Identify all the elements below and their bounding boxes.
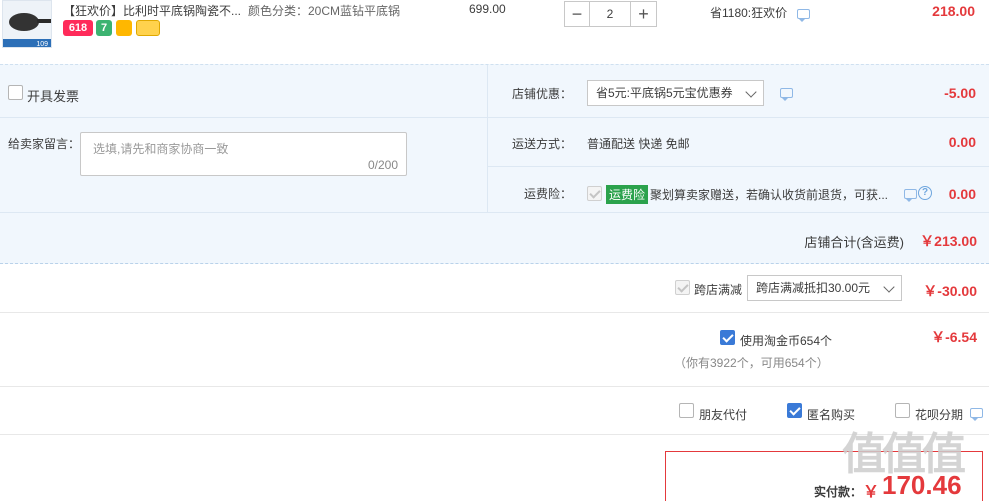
- final-currency: ￥: [863, 484, 880, 501]
- friend-pay-checkbox[interactable]: [679, 403, 694, 418]
- invoice-checkbox[interactable]: [8, 85, 23, 100]
- shipping-value: 普通配送 快递 免邮: [587, 137, 690, 151]
- cross-shop-row: 跨店满减 跨店满减抵扣30.00元 ￥-30.00: [0, 264, 989, 313]
- final-amount: 170.46: [882, 470, 962, 500]
- insurance-amount: 0.00: [948, 186, 976, 202]
- message-icon[interactable]: [797, 9, 810, 22]
- message-label: 给卖家留言：: [8, 137, 81, 151]
- cross-shop-label: 跨店满减: [694, 283, 743, 297]
- huabei-checkbox[interactable]: [895, 403, 910, 418]
- huabei-label[interactable]: 花呗分期: [915, 406, 963, 423]
- cross-shop-select[interactable]: 跨店满减抵扣30.00元: [747, 275, 902, 301]
- message-textarea[interactable]: 选填,请先和商家协商一致 0/200: [80, 132, 407, 176]
- shop-discount-amount: -5.00: [944, 85, 976, 101]
- help-icon[interactable]: ?: [918, 186, 932, 200]
- item-row: 109 【狂欢价】比利时平底锅陶瓷不... 颜色分类：20CM蓝钻平底锅 618…: [0, 0, 989, 64]
- left-column: 开具发票 给卖家留言： 选填,请先和商家协商一致 0/200: [0, 65, 487, 212]
- insurance-text: 聚划算卖家赠送，若确认收货前退货，可获...: [650, 188, 889, 202]
- cross-shop-amount: ￥-30.00: [923, 283, 977, 299]
- shop-discount-label: 店铺优惠：: [512, 87, 573, 101]
- chevron-down-icon: [883, 281, 895, 293]
- left-divider: [0, 117, 487, 118]
- badge-618: 618: [63, 20, 93, 36]
- insurance-checkbox: [587, 186, 602, 201]
- insurance-tag: 运费险: [606, 185, 649, 204]
- right-divider-1: [488, 117, 989, 118]
- message-icon[interactable]: [780, 88, 793, 101]
- saving-text: 省1180:狂欢价: [710, 6, 788, 20]
- quantity-input[interactable]: 2: [590, 1, 630, 27]
- cross-shop-checkbox: [675, 280, 690, 295]
- badge-7-days: 7: [96, 20, 112, 36]
- order-options-panel: 开具发票 给卖家留言： 选填,请先和商家协商一致 0/200 店铺优惠： 省5元…: [0, 64, 989, 264]
- coins-row: 使用淘金币654个 （你有3922个，可用654个） ￥-6.54: [0, 313, 989, 387]
- invoice-label[interactable]: 开具发票: [27, 86, 79, 105]
- shipping-amount: 0.00: [948, 134, 976, 150]
- pan-handle: [37, 19, 51, 23]
- coins-label[interactable]: 使用淘金币654个: [740, 332, 832, 349]
- shop-total-divider: [0, 212, 989, 213]
- shop-total-label: 店铺合计(含运费): [804, 235, 904, 250]
- product-thumbnail[interactable]: 109: [2, 0, 52, 48]
- final-label: 实付款：: [814, 485, 863, 499]
- quantity-minus-button[interactable]: −: [564, 1, 590, 27]
- coins-checkbox[interactable]: [720, 330, 735, 345]
- anonymous-label[interactable]: 匿名购买: [807, 406, 855, 423]
- coins-note: （你有3922个，可用654个）: [674, 356, 829, 370]
- friend-pay-label[interactable]: 朋友代付: [699, 406, 747, 423]
- pan-image: [9, 13, 39, 31]
- chevron-down-icon: [745, 86, 757, 98]
- message-counter: 0/200: [367, 158, 398, 172]
- right-column: 店铺优惠： 省5元:平底锅5元宝优惠券 -5.00 运送方式： 普通配送 快递 …: [488, 65, 989, 212]
- product-spec: 颜色分类：20CM蓝钻平底锅: [248, 4, 401, 18]
- final-payment-box: 实付款： ￥ 170.46: [665, 451, 983, 501]
- insurance-label: 运费险：: [524, 187, 573, 201]
- item-subtotal: 218.00: [932, 3, 975, 19]
- product-title[interactable]: 【狂欢价】比利时平底锅陶瓷不...: [63, 2, 241, 19]
- shipping-label: 运送方式：: [512, 137, 573, 151]
- quantity-plus-button[interactable]: +: [630, 1, 657, 27]
- message-icon[interactable]: [904, 189, 917, 202]
- message-placeholder: 选填,请先和商家协商一致: [93, 142, 229, 156]
- badge-card-icon: [136, 20, 160, 36]
- coins-amount: ￥-6.54: [931, 329, 977, 345]
- shop-discount-select[interactable]: 省5元:平底锅5元宝优惠券: [587, 80, 764, 106]
- badge-gift-icon: [116, 20, 132, 36]
- right-divider-2: [488, 166, 989, 167]
- anonymous-checkbox[interactable]: [787, 403, 802, 418]
- shop-total-amount: ￥213.00: [920, 233, 977, 249]
- unit-price: 699.00: [469, 2, 506, 16]
- message-icon[interactable]: [970, 408, 983, 421]
- thumb-text: 109: [36, 41, 48, 48]
- payment-options-row: 朋友代付 匿名购买 花呗分期: [0, 387, 989, 435]
